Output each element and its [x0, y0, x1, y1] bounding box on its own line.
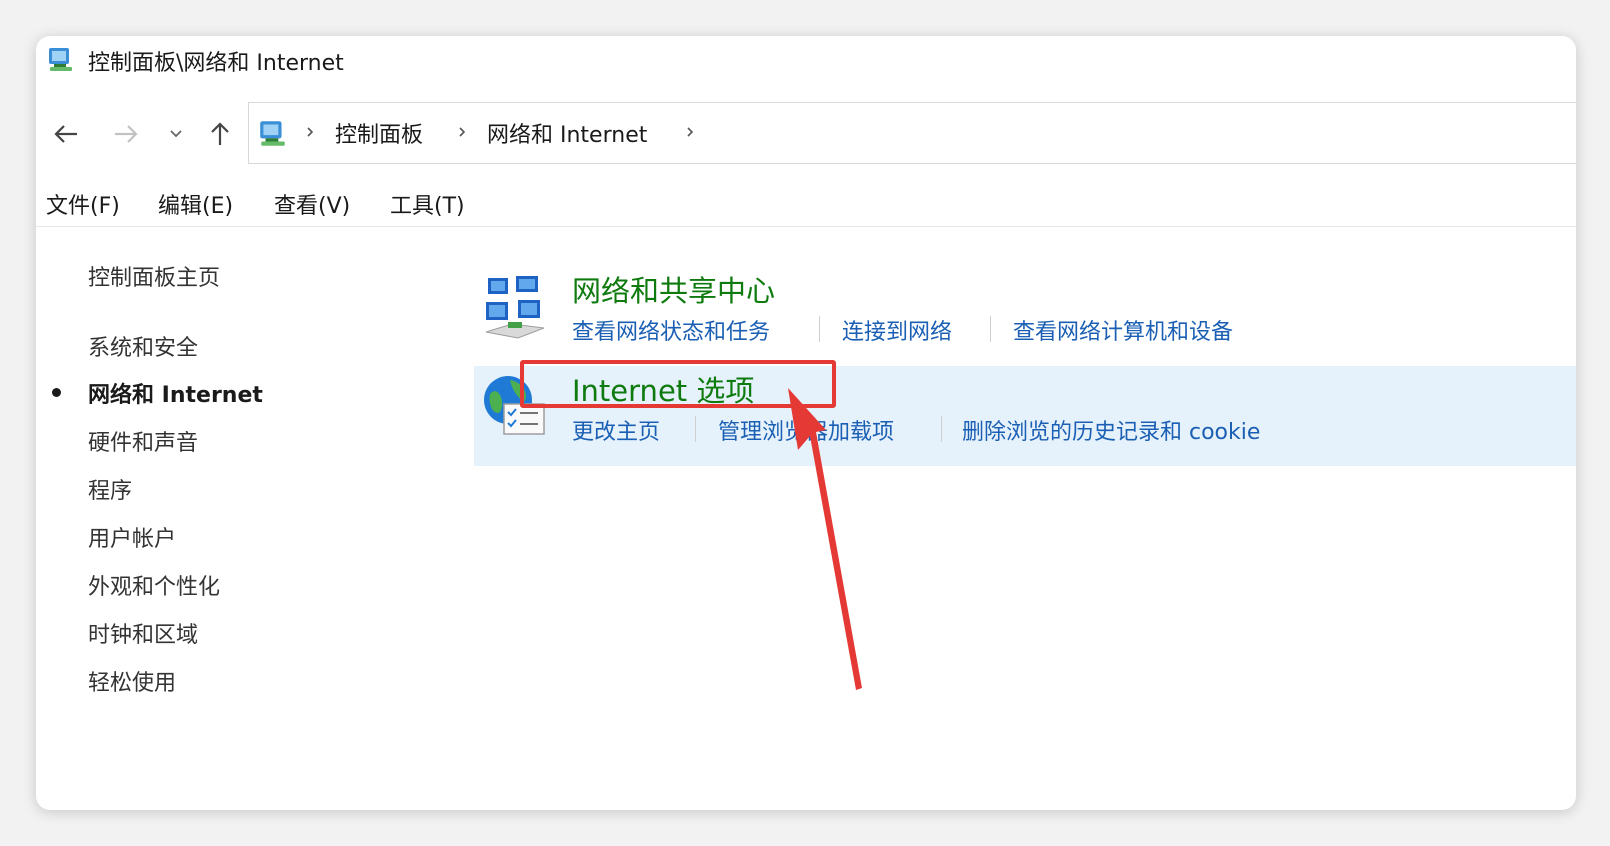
link-divider — [941, 416, 942, 442]
chevron-right-icon[interactable] — [457, 125, 467, 139]
sidebar-item-ease-of-access[interactable]: 轻松使用 — [88, 665, 176, 697]
menu-tools[interactable]: 工具(T) — [390, 188, 465, 220]
sidebar-item-programs[interactable]: 程序 — [88, 473, 132, 505]
network-folder-icon — [49, 48, 72, 71]
sidebar-item-appearance[interactable]: 外观和个性化 — [88, 569, 220, 601]
sidebar-item-hardware-sound[interactable]: 硬件和声音 — [88, 425, 198, 457]
breadcrumb-control-panel[interactable]: 控制面板 — [335, 117, 423, 149]
chevron-right-icon[interactable] — [685, 125, 695, 139]
control-panel-window: 控制面板\网络和 Internet 控制面板 网络和 Internet 文件(F… — [36, 36, 1576, 810]
arrow-up-icon — [211, 122, 229, 145]
link-divider — [819, 316, 820, 342]
title-bar: 控制面板\网络和 Internet — [36, 36, 1576, 88]
window-title: 控制面板\网络和 Internet — [88, 51, 344, 76]
address-bar[interactable]: 控制面板 网络和 Internet — [248, 102, 1576, 164]
menu-file[interactable]: 文件(F) — [46, 188, 120, 220]
menu-edit[interactable]: 编辑(E) — [158, 188, 233, 220]
recent-locations-button[interactable] — [158, 116, 194, 152]
link-view-network-computers[interactable]: 查看网络计算机和设备 — [1013, 314, 1233, 346]
network-center-title[interactable]: 网络和共享中心 — [572, 268, 775, 310]
link-delete-history-cookies[interactable]: 删除浏览的历史记录和 cookie — [962, 414, 1260, 446]
link-change-homepage[interactable]: 更改主页 — [572, 414, 660, 446]
navigation-bar: 控制面板 网络和 Internet — [36, 102, 1576, 164]
annotation-arrow-icon — [788, 388, 862, 690]
sidebar-item-clock-region[interactable]: 时钟和区域 — [88, 617, 198, 649]
arrow-right-icon — [115, 125, 138, 143]
link-view-network-status[interactable]: 查看网络状态和任务 — [572, 314, 770, 346]
network-folder-icon — [260, 121, 285, 146]
breadcrumb-network-internet[interactable]: 网络和 Internet — [487, 117, 647, 149]
network-computers-icon — [485, 276, 545, 339]
back-button[interactable] — [48, 116, 84, 152]
active-indicator — [52, 388, 61, 397]
link-divider — [990, 316, 991, 342]
sidebar-item-user-accounts[interactable]: 用户帐户 — [88, 521, 176, 553]
up-button[interactable] — [202, 116, 238, 152]
link-connect-network[interactable]: 连接到网络 — [842, 314, 952, 346]
arrow-left-icon — [54, 125, 77, 143]
chevron-down-icon — [170, 130, 182, 138]
sidebar-item-home[interactable]: 控制面板主页 — [88, 260, 220, 292]
menu-view[interactable]: 查看(V) — [274, 188, 350, 220]
menu-bar: 文件(F) 编辑(E) 查看(V) 工具(T) — [36, 184, 1576, 227]
sidebar-item-system-security[interactable]: 系统和安全 — [88, 330, 198, 362]
link-divider — [695, 416, 696, 442]
chevron-right-icon[interactable] — [305, 125, 315, 139]
forward-button[interactable] — [108, 116, 144, 152]
sidebar-item-network-internet[interactable]: 网络和 Internet — [88, 377, 263, 409]
